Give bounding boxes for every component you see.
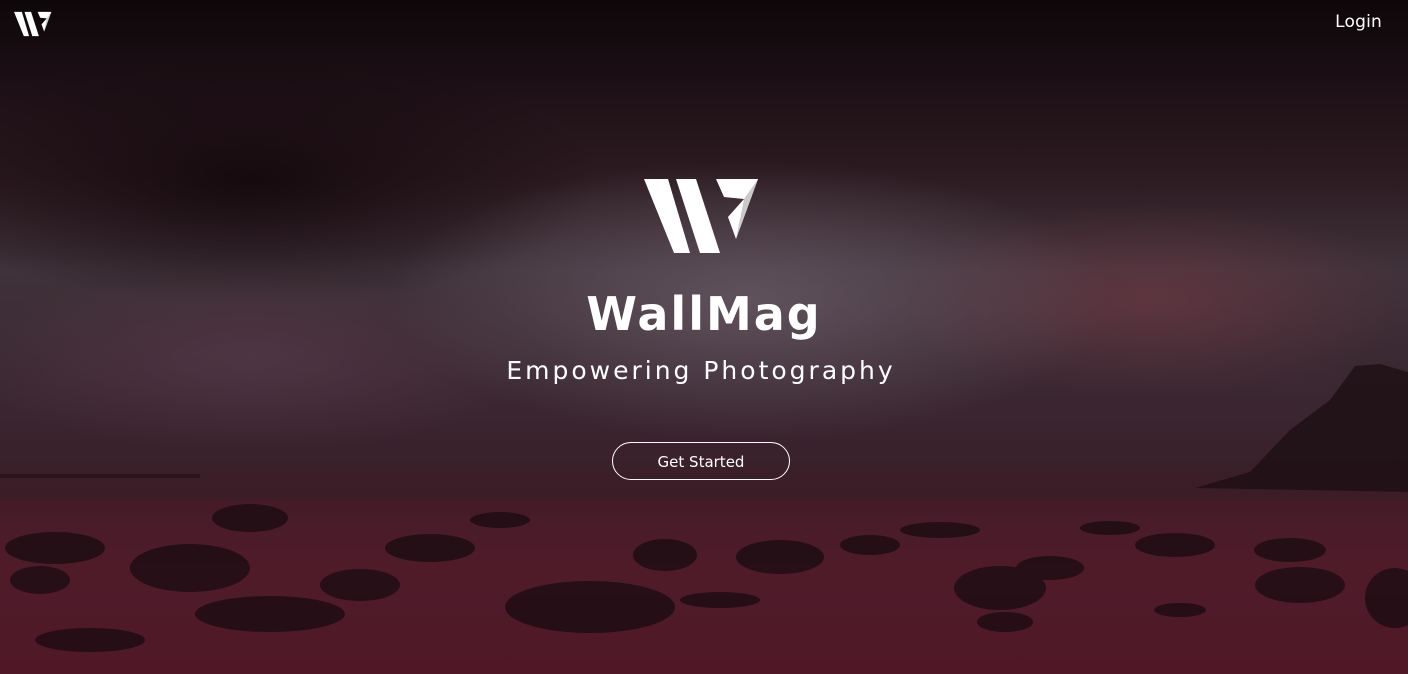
hero-section: Login WallMag Empowering Photography Get… bbox=[0, 0, 1408, 674]
wallmag-logo-icon bbox=[644, 177, 760, 255]
get-started-button[interactable]: Get Started bbox=[612, 442, 790, 480]
wallmag-logo-icon[interactable] bbox=[14, 11, 52, 37]
login-link[interactable]: Login bbox=[1335, 12, 1382, 32]
brand-title: WallMag bbox=[586, 287, 822, 341]
brand-tagline: Empowering Photography bbox=[506, 356, 896, 385]
